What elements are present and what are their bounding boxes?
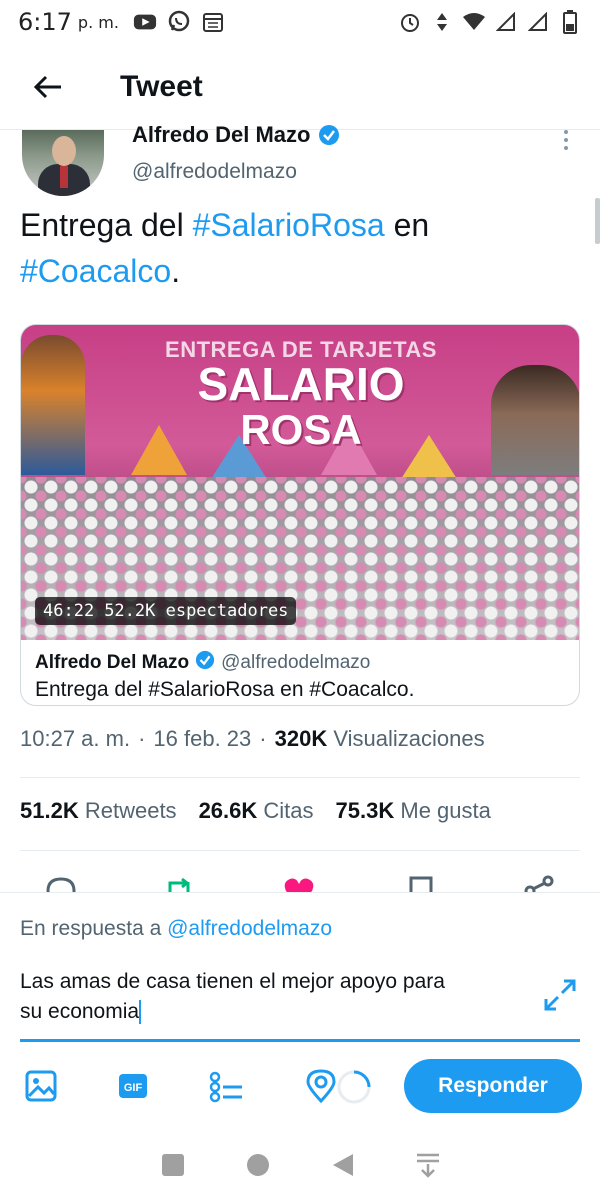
reply-to-label: En respuesta a @alfredodelmazo	[20, 917, 332, 941]
views-link[interactable]: 320K Visualizaciones	[275, 726, 485, 752]
back-button[interactable]	[22, 61, 74, 113]
media-caption: Entrega del #SalarioRosa en #Coacalco.	[35, 678, 415, 701]
viewer-count: 52.2K espectadores	[104, 601, 289, 621]
system-nav-bar	[0, 1130, 600, 1200]
like-icon[interactable]	[282, 874, 316, 894]
svg-text:GIF: GIF	[124, 1082, 143, 1094]
hashtag-link[interactable]: #Coacalco	[20, 253, 171, 289]
video-duration: 46:22	[43, 601, 95, 621]
avatar[interactable]	[22, 130, 104, 196]
youtube-icon	[133, 10, 157, 34]
signal-icon	[494, 10, 518, 34]
status-ampm: p. m.	[77, 12, 119, 32]
divider	[20, 850, 580, 851]
signal-icon	[526, 10, 550, 34]
recents-icon[interactable]	[158, 1150, 188, 1180]
scrollbar[interactable]	[595, 198, 600, 244]
media-author-name: Alfredo Del Mazo	[35, 652, 190, 673]
views-label: Visualizaciones	[333, 726, 485, 751]
video-thumbnail[interactable]: ENTREGA DE TARJETAS SALARIO ROSA 46:22 5…	[21, 325, 579, 640]
verified-badge-icon	[318, 124, 340, 146]
notifications-down-icon[interactable]	[413, 1150, 443, 1180]
banner-text: SALARIO	[197, 358, 405, 410]
views-count: 320K	[274, 726, 328, 751]
likes-label: Me gusta	[400, 798, 491, 823]
video-info-badge: 46:22 52.2K espectadores	[35, 597, 297, 625]
quotes-label: Citas	[263, 798, 314, 823]
author-name-text: Alfredo Del Mazo	[132, 122, 311, 147]
alarm-icon	[398, 10, 422, 34]
reply-icon[interactable]	[44, 874, 78, 894]
poll-icon[interactable]	[208, 1069, 244, 1105]
tweet-time: 10:27 a. m.	[20, 726, 131, 751]
author-handle[interactable]: @alfredodelmazo	[132, 160, 297, 184]
likes-stat[interactable]: 75.3K Me gusta	[336, 798, 491, 824]
top-app-bar: Tweet	[0, 44, 600, 130]
expand-icon	[544, 979, 576, 1011]
quotes-count: 26.6K	[198, 798, 258, 823]
tweet-text-part: Entrega del	[20, 207, 193, 243]
media-card[interactable]: ENTREGA DE TARJETAS SALARIO ROSA 46:22 5…	[20, 324, 580, 706]
reply-submit-button[interactable]: Responder	[404, 1059, 582, 1113]
retweets-count: 51.2K	[20, 798, 79, 823]
home-icon[interactable]	[243, 1150, 273, 1180]
more-options-button[interactable]	[556, 130, 576, 152]
share-icon[interactable]	[522, 874, 556, 894]
input-underline	[20, 1039, 580, 1042]
hashtag-link[interactable]: #SalarioRosa	[193, 207, 385, 243]
tweet-text: Entrega del #SalarioRosa en #Coacalco.	[20, 202, 580, 294]
calendar-icon	[201, 10, 225, 34]
page-title: Tweet	[120, 69, 203, 103]
arrow-left-icon	[33, 75, 61, 98]
whatsapp-icon	[167, 10, 191, 34]
back-icon[interactable]	[328, 1150, 358, 1180]
composer-toolbar: GIF Responder	[0, 1059, 600, 1119]
tweet-text-part: .	[171, 253, 181, 289]
banner-text: ROSA	[240, 406, 362, 453]
status-bar: 6:17 p. m.	[0, 0, 600, 44]
retweets-stat[interactable]: 51.2K Retweets	[20, 798, 177, 824]
reply-input-line: Las amas de casa tienen el mejor apoyo p…	[20, 970, 445, 993]
reply-mention-link[interactable]: @alfredodelmazo	[167, 917, 332, 940]
media-author-handle: @alfredodelmazo	[221, 652, 371, 673]
tweet-stats: 51.2K Retweets 26.6K Citas 75.3K Me gust…	[20, 798, 491, 824]
status-time: 6:17	[18, 8, 72, 36]
char-counter-icon	[336, 1069, 372, 1105]
separator: ·	[138, 726, 146, 751]
likes-count: 75.3K	[335, 798, 395, 823]
tweet-author-row: Alfredo Del Mazo @alfredodelmazo	[20, 122, 580, 198]
media-footer[interactable]: Alfredo Del Mazo @alfredodelmazo Entrega…	[21, 640, 579, 705]
data-arrows-icon	[430, 10, 454, 34]
reply-to-prefix: En respuesta a	[20, 917, 162, 940]
gif-icon[interactable]: GIF	[116, 1069, 152, 1105]
image-icon[interactable]	[24, 1069, 60, 1105]
verified-badge-icon	[195, 650, 215, 676]
text-caret	[139, 1000, 142, 1025]
reply-composer: En respuesta a @alfredodelmazo Las amas …	[0, 892, 600, 1200]
wifi-icon	[462, 10, 486, 34]
reply-input[interactable]: Las amas de casa tienen el mejor apoyo p…	[20, 967, 520, 1027]
tweet-timestamp: 10:27 a. m. · 16 feb. 23 · 320K Visualiz…	[20, 726, 485, 752]
tweet-date: 16 feb. 23	[153, 726, 252, 751]
bookmark-icon[interactable]	[404, 874, 438, 894]
tweet-text-part: en	[384, 207, 430, 243]
retweets-label: Retweets	[84, 798, 177, 823]
divider	[20, 777, 580, 778]
battery-icon	[558, 10, 582, 34]
quotes-stat[interactable]: 26.6K Citas	[199, 798, 314, 824]
reply-input-line: su economia	[20, 1000, 140, 1023]
retweet-icon[interactable]	[162, 874, 196, 894]
separator: ·	[259, 726, 267, 751]
location-icon[interactable]	[304, 1069, 340, 1105]
tweet-action-bar	[0, 870, 600, 894]
author-name[interactable]: Alfredo Del Mazo	[132, 122, 340, 148]
expand-composer-button[interactable]	[542, 977, 578, 1013]
